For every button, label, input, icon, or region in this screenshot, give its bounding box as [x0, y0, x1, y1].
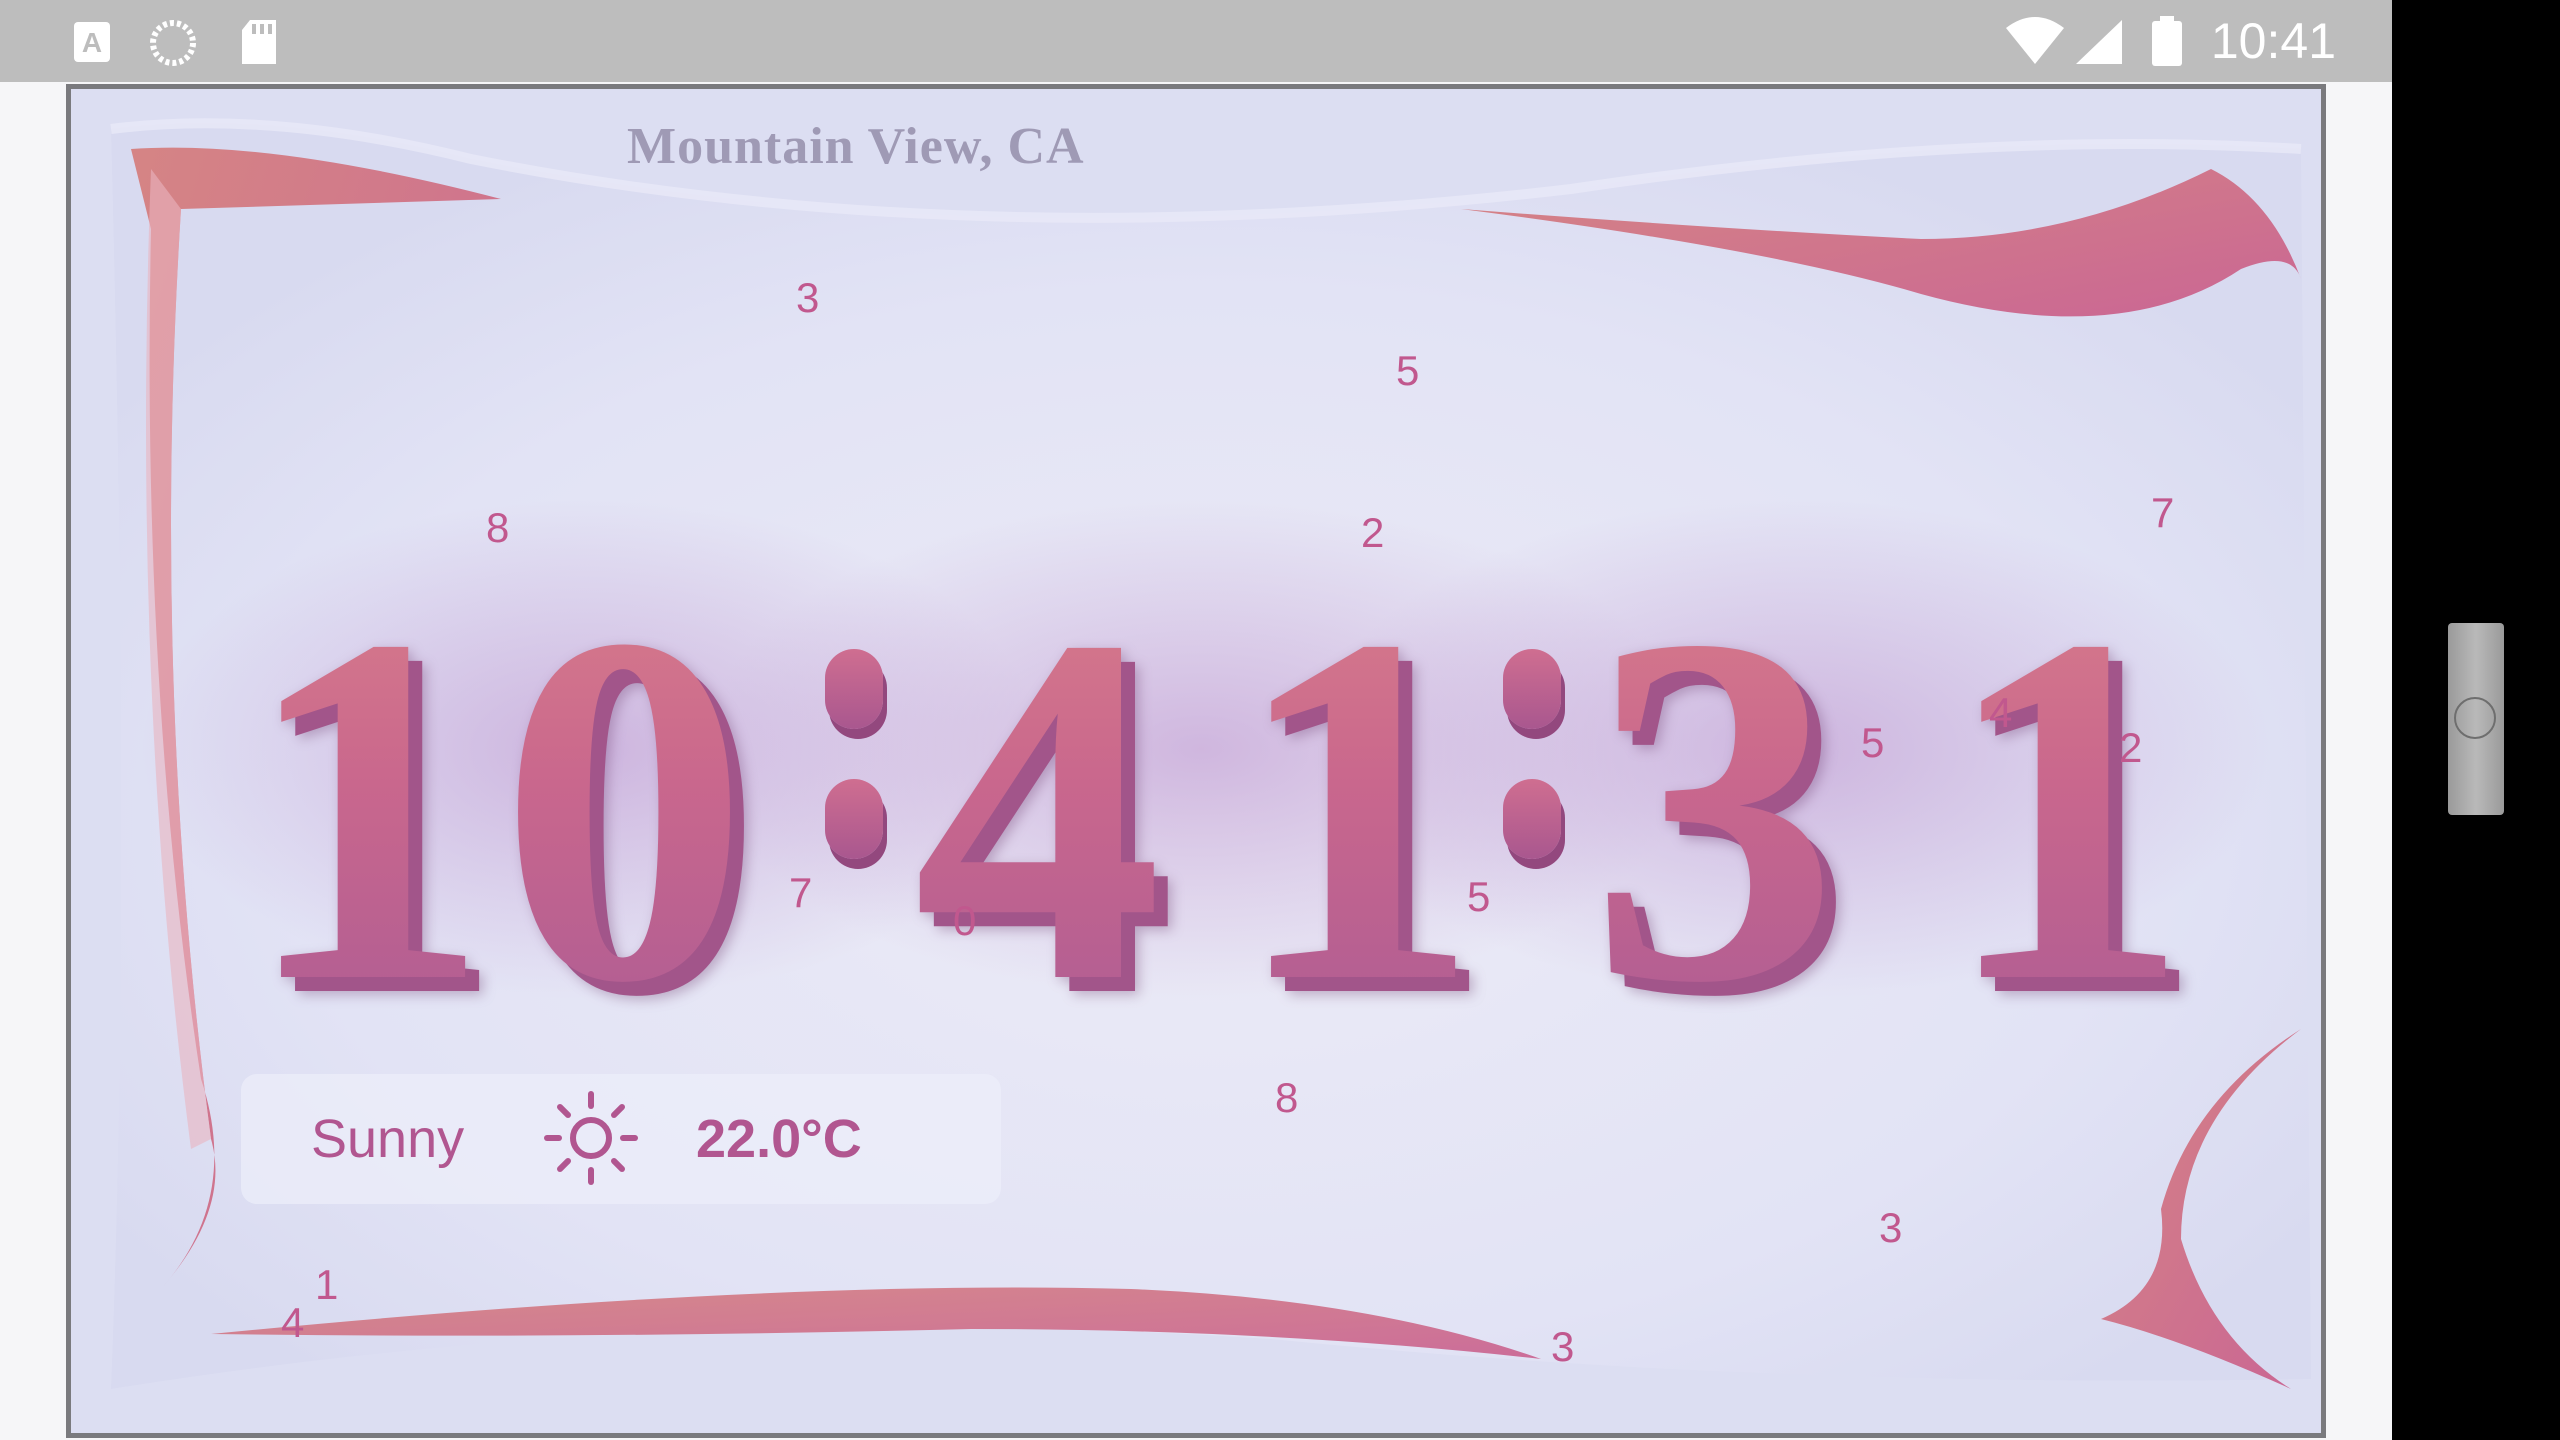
digital-clock: 1 0 4 1 3 1 — [71, 89, 2321, 1433]
floating-number: 2 — [1361, 509, 1385, 556]
colon-dot — [825, 649, 883, 729]
floating-number: 2 — [2119, 724, 2143, 771]
floating-number: 3 — [796, 274, 820, 321]
floating-number: 4 — [281, 1299, 305, 1346]
floating-number: 8 — [486, 504, 510, 551]
floating-number: 4 — [1989, 689, 2013, 736]
floating-number: 1 — [315, 1261, 339, 1308]
floating-number: 7 — [2151, 489, 2175, 536]
floating-number: 3 — [1879, 1204, 1903, 1251]
floating-number: 3 — [1551, 1323, 1575, 1370]
font-app-icon: A — [74, 22, 110, 62]
colon-dot — [1503, 649, 1561, 729]
home-circle-icon — [2454, 697, 2496, 739]
floating-number: 8 — [1275, 1074, 1299, 1121]
clock-wallpaper-frame: Mountain View, CA 1 0 4 1 3 1 3 5 8 2 7 … — [66, 84, 2326, 1438]
colon-dot — [1503, 779, 1561, 859]
sd-card-icon — [242, 20, 276, 64]
minute-digit-1: 4 — [913, 532, 1163, 1086]
second-digit-2: 1 — [1941, 532, 2191, 1086]
device-screen: A 10:41 Mountain View, CA 1 0 4 1 3 1 3 … — [0, 0, 2392, 1440]
wifi-icon — [2006, 17, 2064, 64]
sync-icon — [150, 20, 196, 66]
floating-number: 7 — [789, 869, 813, 916]
status-time: 10:41 — [2210, 13, 2336, 69]
minute-digit-2: 1 — [1231, 532, 1481, 1086]
battery-icon — [2152, 16, 2182, 66]
second-digit-1: 3 — [1589, 532, 1839, 1086]
sun-icon — [544, 1091, 638, 1185]
svg-text:A: A — [82, 27, 102, 58]
side-handle[interactable] — [2448, 623, 2504, 815]
colon-dot — [825, 779, 883, 859]
hour-digit-2: 0 — [499, 532, 749, 1086]
floating-number: 5 — [1861, 719, 1885, 766]
weather-condition: Sunny — [311, 1109, 465, 1169]
floating-number: 5 — [1396, 347, 1420, 394]
floating-number: 5 — [1467, 873, 1491, 920]
floating-number: 0 — [953, 897, 977, 944]
hour-digit-1: 1 — [241, 532, 491, 1086]
status-bar: A 10:41 — [0, 0, 2392, 82]
weather-panel: Sunny 22.0°C — [241, 1074, 1001, 1204]
weather-temperature: 22.0°C — [696, 1109, 862, 1169]
signal-icon — [2076, 20, 2122, 64]
